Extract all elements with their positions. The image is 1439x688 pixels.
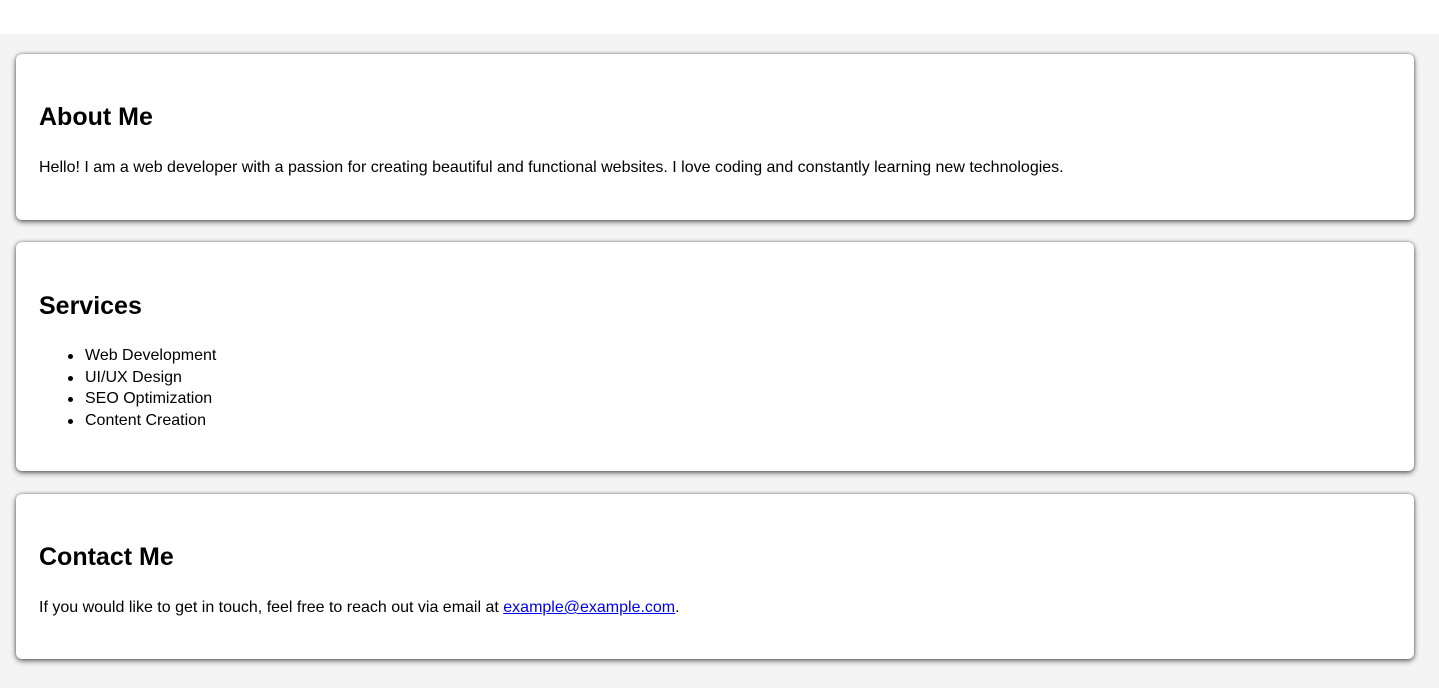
contact-text: If you would like to get in touch, feel … xyxy=(39,598,680,618)
about-text: Hello! I am a web developer with a passi… xyxy=(39,159,1064,176)
services-section: Services Web Development UI/UX Design SE… xyxy=(16,242,1414,471)
contact-title: Contact Me xyxy=(39,543,174,571)
service-item-content-creation: Content Creation xyxy=(39,410,216,432)
services-list: Web Development UI/UX Design SEO Optimiz… xyxy=(39,345,216,431)
about-section: About Me Hello! I am a web developer wit… xyxy=(16,54,1414,220)
contact-section: Contact Me If you would like to get in t… xyxy=(16,494,1414,659)
about-title: About Me xyxy=(39,103,153,131)
page: About Me Hello! I am a web developer wit… xyxy=(0,0,1439,688)
service-item-seo-optimization: SEO Optimization xyxy=(39,388,216,410)
service-item-web-development: Web Development xyxy=(39,345,216,367)
email-link[interactable]: example@example.com xyxy=(503,599,675,616)
service-item-ui-ux-design: UI/UX Design xyxy=(39,367,216,389)
contact-text-after: . xyxy=(675,599,680,616)
contact-text-before: If you would like to get in touch, feel … xyxy=(39,599,504,616)
services-title: Services xyxy=(39,292,142,320)
top-strip xyxy=(0,0,1439,34)
